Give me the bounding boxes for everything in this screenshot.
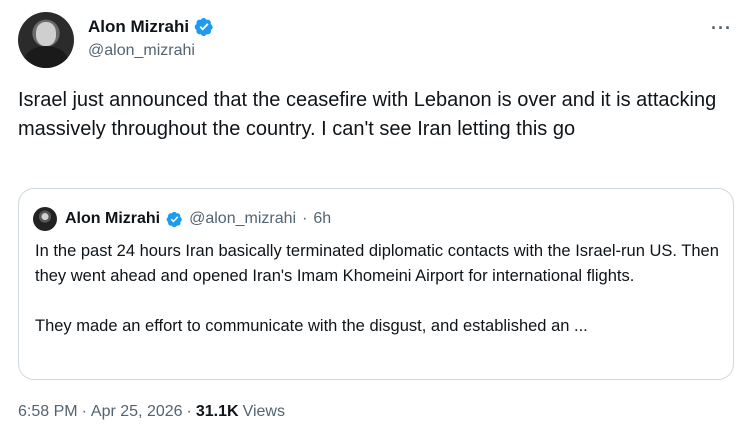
tweet-date[interactable]: Apr 25, 2026 <box>91 403 183 421</box>
tweet-header: Alon Mizrahi @alon_mizrahi ··· <box>18 12 734 68</box>
quoted-avatar <box>33 207 57 231</box>
views-label: Views <box>242 403 285 420</box>
author-display-name[interactable]: Alon Mizrahi <box>88 16 189 38</box>
quoted-text: In the past 24 hours Iran basically term… <box>35 239 725 339</box>
author-handle[interactable]: @alon_mizrahi <box>88 40 214 62</box>
quoted-handle: @alon_mizrahi <box>189 210 297 227</box>
author-names: Alon Mizrahi @alon_mizrahi <box>88 16 214 62</box>
verified-badge-icon <box>194 18 213 36</box>
quoted-paragraph-2: They made an effort to communicate with … <box>35 317 588 335</box>
quoted-timestamp: 6h <box>313 210 332 227</box>
quoted-header: Alon Mizrahi @alon_mizrahi · 6h <box>33 207 331 231</box>
quoted-tweet[interactable]: Alon Mizrahi @alon_mizrahi · 6h In the p… <box>18 188 734 380</box>
tweet-text: Israel just announced that the ceasefire… <box>18 89 717 140</box>
tweet-meta: 6:58 PM · Apr 25, 2026 · 31.1K Views <box>18 403 285 421</box>
meta-separator: · <box>81 403 87 420</box>
verified-badge-icon <box>166 211 183 227</box>
quoted-separator: · <box>302 210 308 227</box>
tweet-time[interactable]: 6:58 PM <box>18 403 78 421</box>
author-avatar[interactable] <box>18 12 74 68</box>
quoted-display-name: Alon Mizrahi <box>65 210 161 227</box>
views-count: 31.1K <box>195 403 239 420</box>
meta-separator: · <box>186 403 192 420</box>
quoted-paragraph-1: In the past 24 hours Iran basically term… <box>35 242 719 285</box>
more-horizontal-icon[interactable]: ··· <box>711 18 732 39</box>
